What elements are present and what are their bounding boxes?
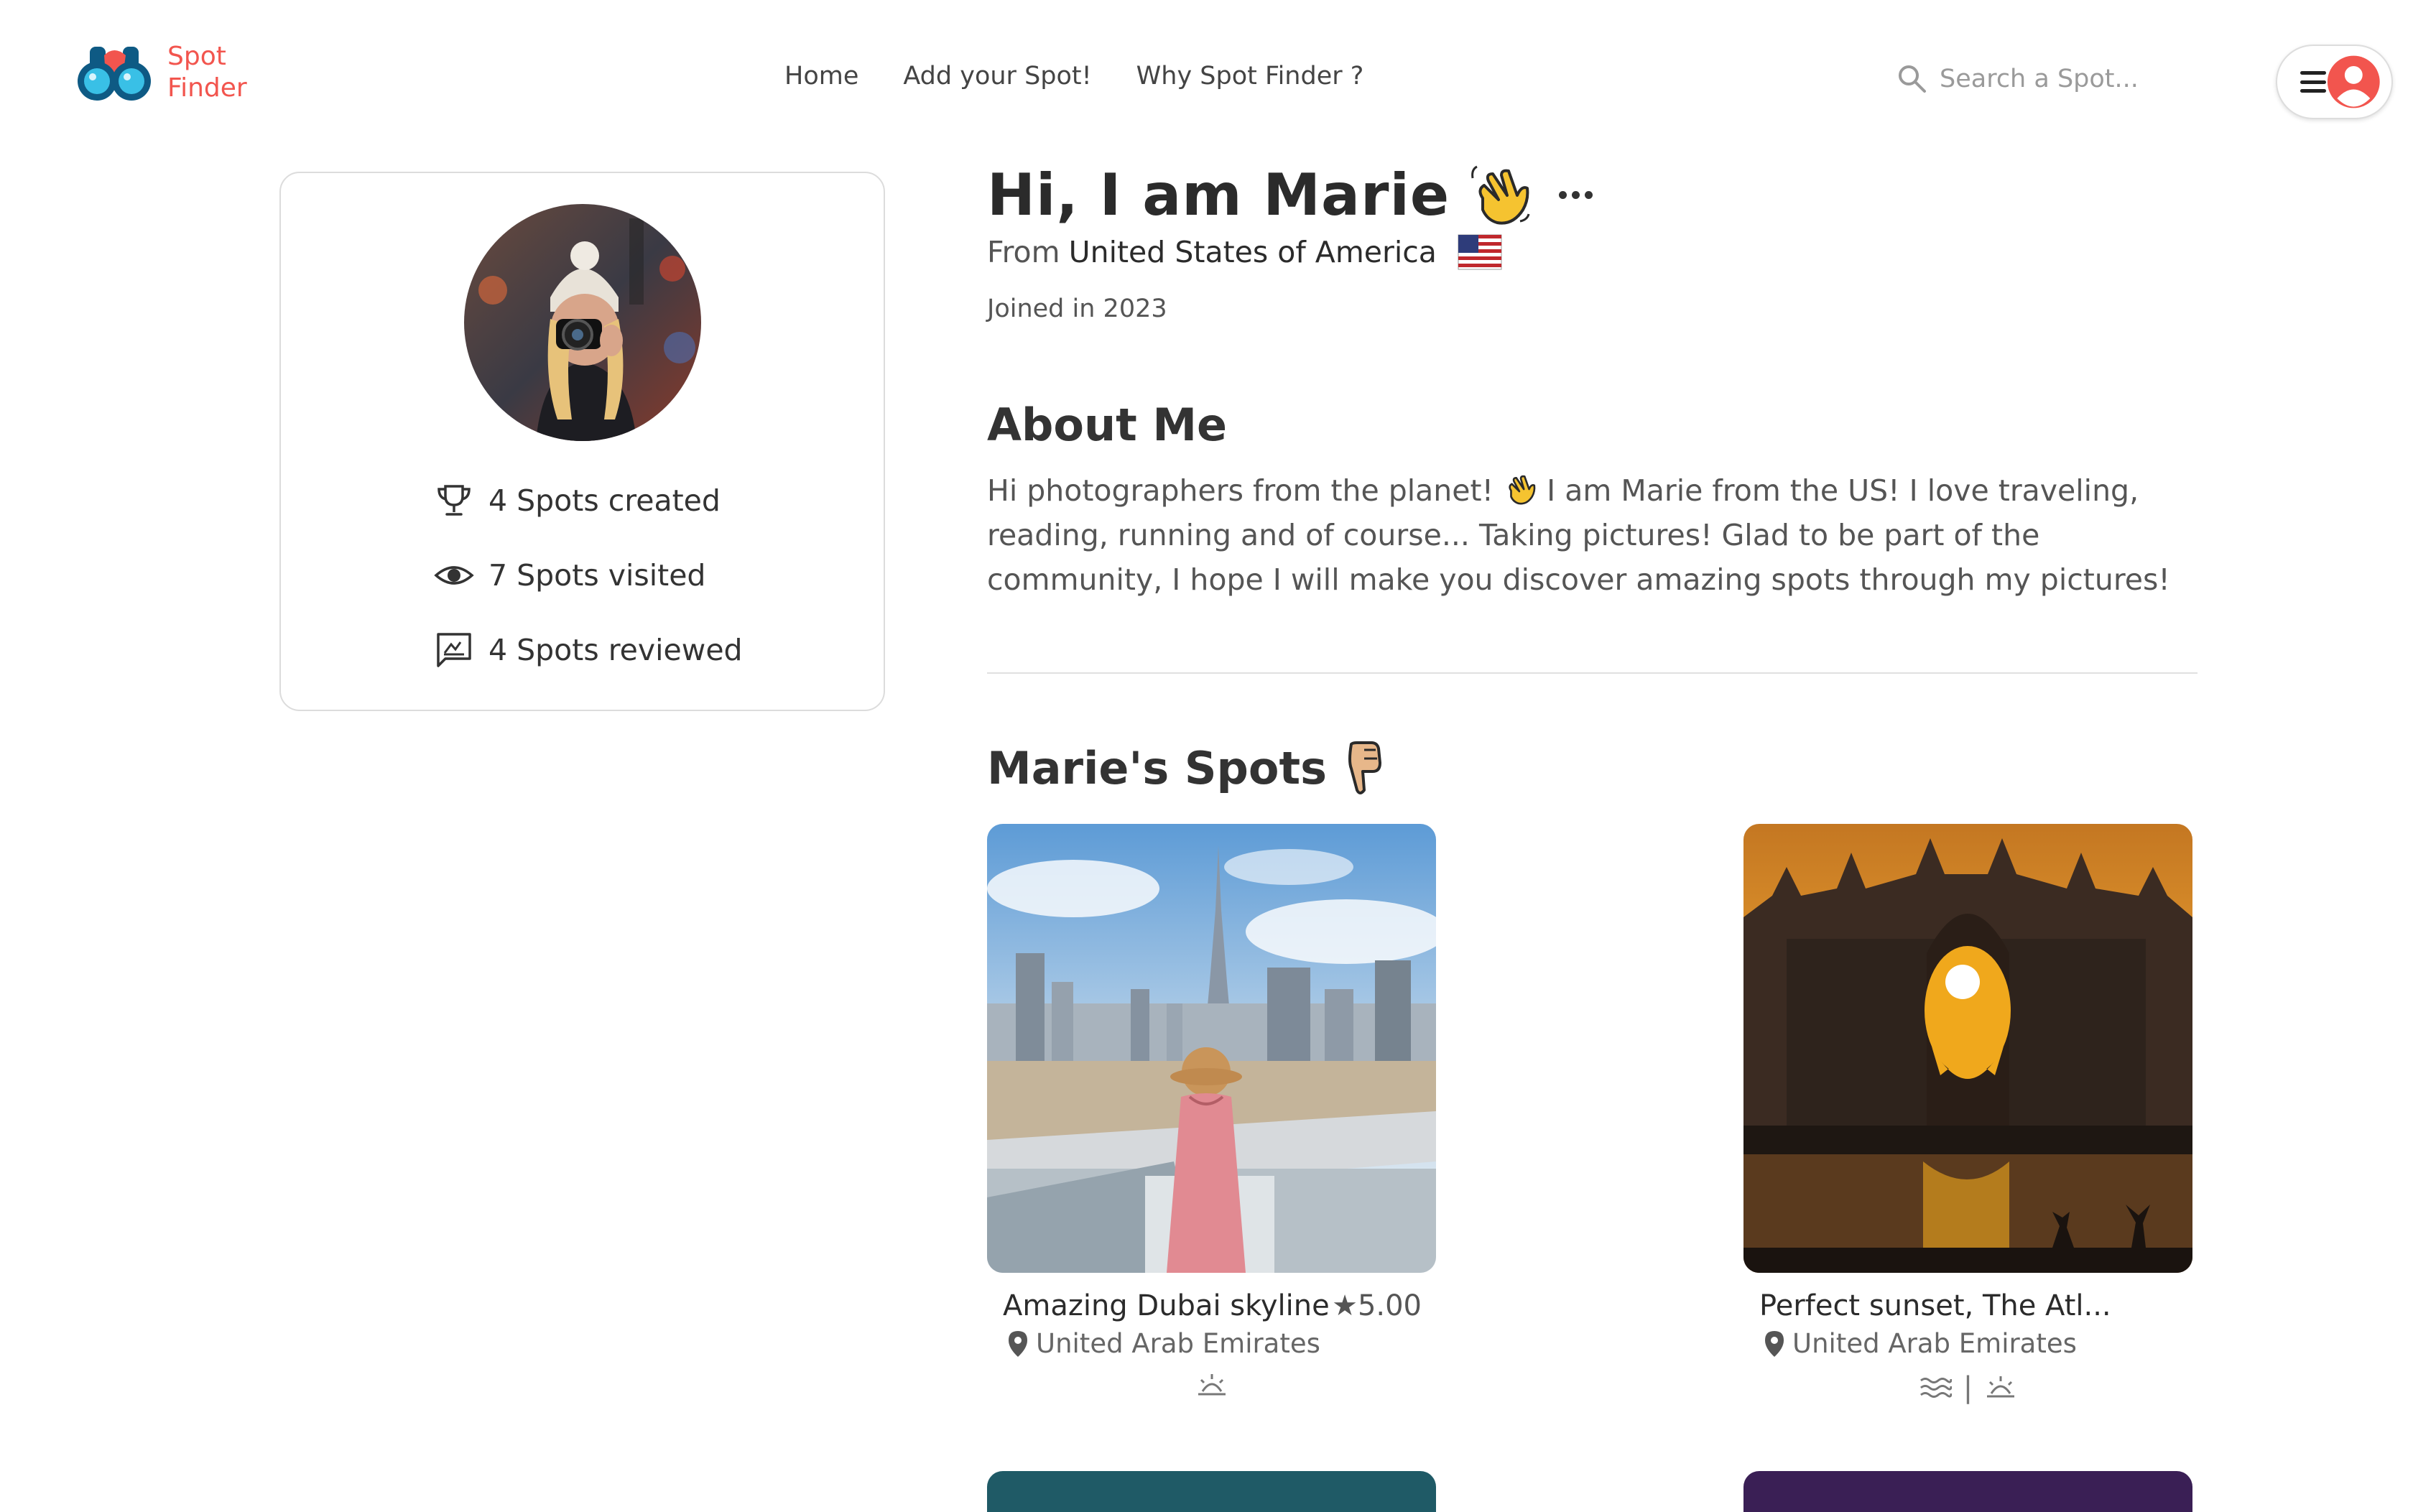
location-pin-icon: [1765, 1330, 1784, 1357]
trophy-icon: [437, 485, 471, 516]
divider: [987, 672, 2198, 674]
us-flag-icon: [1458, 234, 1502, 270]
location-pin-icon: [1009, 1330, 1027, 1357]
user-menu-button[interactable]: [2276, 45, 2393, 119]
spot-card[interactable]: [987, 1471, 1436, 1512]
spot-card[interactable]: Perfect sunset, The Atl... United Arab E…: [1743, 824, 2192, 1404]
spot-location: United Arab Emirates: [1007, 1328, 1320, 1359]
menu-icon: [2300, 71, 2327, 93]
water-icon: [1919, 1378, 1952, 1398]
greeting-row: Hi, I am Marie: [987, 162, 1593, 228]
avatar: [464, 204, 701, 441]
spot-tags: |: [1743, 1371, 2192, 1404]
about-text-part1: Hi photographers from the planet!: [987, 473, 1494, 508]
profile-card: 4 Spots created 7 Spots visited 4 Spots …: [279, 172, 885, 711]
stat-spots-created: 4 Spots created: [434, 481, 721, 521]
about-title: About Me: [987, 399, 1228, 451]
waving-hand-icon: [1509, 475, 1536, 505]
search-icon: [1899, 65, 1926, 93]
tag-separator: |: [1963, 1371, 1973, 1404]
review-icon: [437, 633, 471, 667]
from-label: From: [987, 235, 1060, 269]
about-text: Hi photographers from the planet! I am M…: [987, 468, 2208, 602]
eye-icon: [434, 566, 474, 585]
spot-location-text: United Arab Emirates: [1792, 1328, 2077, 1359]
stat-label: 7 Spots visited: [488, 558, 706, 593]
search-input[interactable]: [1940, 65, 2169, 93]
logo-text-line2: Finder: [167, 73, 247, 103]
spot-card[interactable]: [1743, 1471, 2192, 1512]
origin-line: From United States of America: [987, 232, 1503, 272]
logo[interactable]: Spot Finder: [75, 40, 247, 106]
spot-title[interactable]: Perfect sunset, The Atl...: [1759, 1289, 2111, 1322]
user-icon: [2328, 55, 2381, 108]
logo-text-line1: Spot: [167, 42, 226, 71]
spot-card[interactable]: Amazing Dubai skyline ★5.00 United Arab …: [987, 824, 1436, 1396]
spots-title-text: Marie's Spots: [987, 741, 1328, 794]
spot-tags: [987, 1371, 1436, 1400]
country-name: United States of America: [1068, 235, 1437, 269]
stat-label: 4 Spots reviewed: [488, 633, 743, 667]
stat-spots-reviewed: 4 Spots reviewed: [434, 630, 743, 670]
nav-why-spot-finder[interactable]: Why Spot Finder ?: [1136, 62, 1364, 91]
more-options-icon[interactable]: [1559, 191, 1593, 199]
binoculars-logo-icon: [78, 47, 151, 101]
main-nav: Home Add your Spot! Why Spot Finder ?: [784, 62, 1363, 91]
stat-spots-visited: 7 Spots visited: [434, 555, 705, 595]
pointing-down-icon: [1348, 741, 1382, 794]
spot-rating: ★5.00: [1332, 1289, 1422, 1322]
joined-date: Joined in 2023: [987, 294, 1167, 323]
spot-image[interactable]: [987, 824, 1436, 1273]
search-bar[interactable]: [1897, 63, 2169, 95]
waving-hand-icon: [1471, 165, 1530, 225]
sunrise-icon: [1198, 1374, 1226, 1396]
spot-image[interactable]: [1743, 824, 2192, 1273]
spot-location-text: United Arab Emirates: [1036, 1328, 1320, 1359]
nav-add-spot[interactable]: Add your Spot!: [903, 62, 1091, 91]
stat-label: 4 Spots created: [488, 483, 721, 518]
nav-home[interactable]: Home: [784, 62, 858, 91]
spots-section-title: Marie's Spots: [987, 740, 1384, 796]
spot-location: United Arab Emirates: [1764, 1328, 2077, 1359]
sunrise-icon: [1987, 1376, 2015, 1398]
page-title: Hi, I am Marie: [987, 162, 1450, 228]
spot-title[interactable]: Amazing Dubai skyline: [1003, 1289, 1330, 1322]
